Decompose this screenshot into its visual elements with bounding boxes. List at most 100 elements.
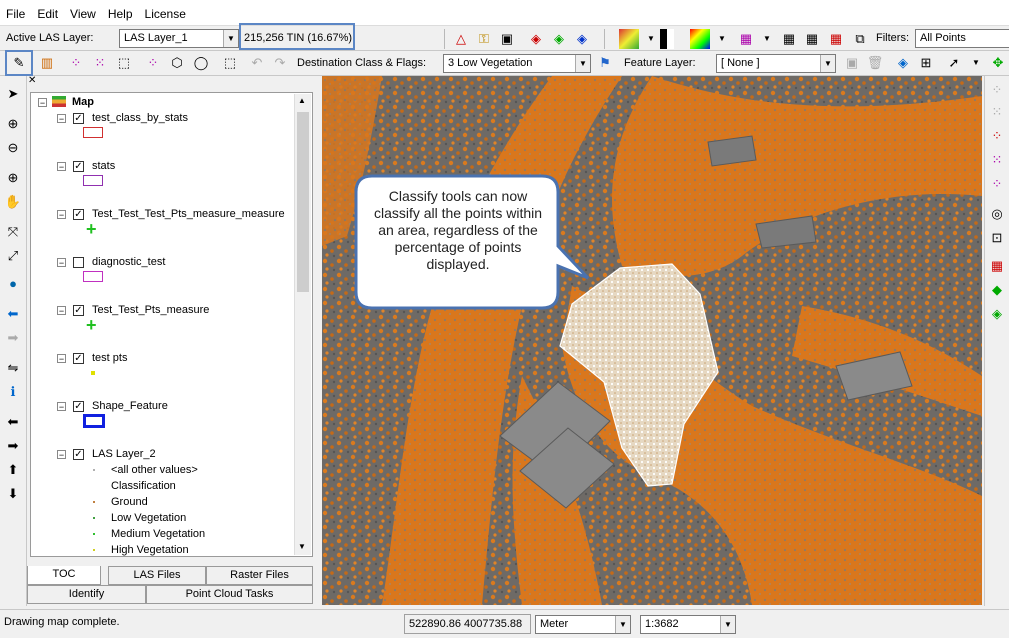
rainbow-ramp-icon[interactable] — [690, 29, 710, 49]
layer-checkbox[interactable]: ✓ — [73, 113, 84, 124]
layer-stack-icon[interactable]: ◈ — [549, 29, 569, 49]
collapse-icon[interactable]: − — [57, 402, 66, 412]
grid-copy-icon[interactable]: ⧉ — [850, 29, 870, 49]
zoom-out-icon[interactable]: ⊖ — [3, 138, 23, 158]
select-area-icon[interactable]: ⁙ — [90, 53, 110, 73]
zoom-in-icon[interactable]: ⊕ — [3, 114, 23, 134]
select-points-icon[interactable]: ⁘ — [66, 53, 86, 73]
collapse-icon[interactable]: − — [57, 306, 66, 316]
zoom-fixed-out-icon[interactable]: ⤢ — [3, 246, 23, 266]
measure-icon[interactable]: ⇋ — [3, 358, 23, 378]
layer-test-pts[interactable]: test pts — [92, 350, 127, 366]
layer-checkbox[interactable]: ✓ — [73, 161, 84, 172]
edit-arrow-icon[interactable]: ➚ — [944, 53, 964, 73]
map-view[interactable]: Classify tools can now classify all the … — [322, 76, 982, 605]
color-points-icon[interactable]: ◈ — [526, 29, 546, 49]
scroll-thumb[interactable] — [297, 112, 309, 292]
flag-icon[interactable]: ⚑ — [595, 53, 615, 73]
select-frame-icon[interactable]: ⬚ — [220, 53, 240, 73]
export-icon[interactable]: ▣ — [497, 29, 517, 49]
pan-hand-icon[interactable]: ✋ — [3, 192, 23, 212]
layer-checkbox[interactable] — [73, 257, 84, 268]
layer-checkbox[interactable]: ✓ — [73, 305, 84, 316]
zoom-fixed-in-icon[interactable]: ⤧ — [3, 222, 23, 242]
close-icon[interactable]: ✕ — [28, 76, 36, 86]
menu-file[interactable]: File — [0, 0, 31, 28]
collapse-icon[interactable]: − — [57, 450, 66, 460]
info-icon[interactable]: ℹ — [3, 382, 23, 402]
tab-las-files[interactable]: LAS Files — [108, 566, 206, 585]
layer-test-test-test-pts[interactable]: Test_Test_Test_Pts_measure_measure — [92, 206, 285, 222]
layer-diagnostic-test[interactable]: diagnostic_test — [92, 254, 165, 270]
collapse-icon[interactable]: − — [38, 98, 47, 108]
frame-target-icon[interactable]: ⊡ — [987, 228, 1007, 248]
delete-icon[interactable]: 🗑 — [865, 53, 885, 73]
collapse-icon[interactable]: − — [57, 354, 66, 364]
select-circle-icon[interactable]: ◯ — [191, 53, 211, 73]
chevron-down-icon[interactable]: ▼ — [712, 29, 732, 49]
grid-icon[interactable]: ▦ — [779, 29, 799, 49]
layer-checkbox[interactable]: ✓ — [73, 449, 84, 460]
class-color-icon[interactable]: ▦ — [736, 29, 756, 49]
toc-scrollbar[interactable]: ▲ ▼ — [294, 94, 311, 555]
arrow-down-icon[interactable]: ⬇ — [3, 484, 23, 504]
classify-bars-icon[interactable]: ▥ — [37, 53, 57, 73]
tab-point-cloud-tasks[interactable]: Point Cloud Tasks — [146, 585, 313, 604]
edit-layer-icon[interactable]: ◈ — [893, 53, 913, 73]
forward-arrow-icon[interactable]: ➡ — [3, 328, 23, 348]
zoom-rect-icon[interactable]: ⊕ — [3, 168, 23, 188]
toc-root-map[interactable]: Map — [72, 94, 94, 110]
select-rect-points-icon[interactable]: ⁘ — [143, 53, 163, 73]
arrow-up-icon[interactable]: ⬆ — [3, 460, 23, 480]
menu-help[interactable]: Help — [102, 0, 139, 28]
redo-icon[interactable]: ↷ — [270, 53, 290, 73]
triangle-tin-icon[interactable]: △ — [451, 29, 471, 49]
scale-select[interactable]: 1:3682 ▼ — [640, 615, 736, 634]
feature-layer-select[interactable]: [ None ] ▼ — [716, 54, 836, 73]
scroll-down-icon[interactable]: ▼ — [298, 542, 306, 551]
layer-checkbox[interactable]: ✓ — [73, 401, 84, 412]
units-select[interactable]: Meter ▼ — [535, 615, 631, 634]
menu-edit[interactable]: Edit — [31, 0, 64, 28]
arrow-left-icon[interactable]: ⬅ — [3, 412, 23, 432]
chevron-down-icon[interactable]: ▼ — [757, 29, 777, 49]
menu-license[interactable]: License — [139, 0, 192, 28]
select-rect-icon[interactable]: ⬚ — [114, 53, 134, 73]
filters-select[interactable]: All Points — [915, 29, 1009, 48]
expand-icon[interactable]: ✥ — [988, 53, 1008, 73]
diamond-green-icon[interactable]: ◆ — [987, 280, 1007, 300]
add-feature-icon[interactable]: ⊞ — [916, 53, 936, 73]
select-purple-area-icon[interactable]: ⁘ — [987, 174, 1007, 194]
globe-icon[interactable]: ● — [3, 274, 23, 294]
layer-checkbox[interactable]: ✓ — [73, 353, 84, 364]
collapse-icon[interactable]: − — [57, 258, 66, 268]
save-icon[interactable]: ▣ — [842, 53, 862, 73]
back-arrow-icon[interactable]: ⬅ — [3, 304, 23, 324]
layer-blue-icon[interactable]: ◈ — [572, 29, 592, 49]
select-purple-icon[interactable]: ⁙ — [987, 150, 1007, 170]
elevation-color-icon[interactable] — [619, 29, 639, 49]
layer-stats[interactable]: stats — [92, 158, 115, 174]
tab-toc[interactable]: TOC — [27, 566, 101, 585]
target-icon[interactable]: ◎ — [987, 204, 1007, 224]
menu-view[interactable]: View — [64, 0, 102, 28]
grid-red-icon[interactable]: ▦ — [987, 256, 1007, 276]
layer-test-class-by-stats[interactable]: test_class_by_stats — [92, 110, 188, 126]
collapse-icon[interactable]: − — [57, 114, 66, 124]
collapse-icon[interactable]: − — [57, 210, 66, 220]
select-red-icon[interactable]: ⁘ — [987, 126, 1007, 146]
layer-test-test-pts-measure[interactable]: Test_Test_Pts_measure — [92, 302, 209, 318]
filter-points-icon[interactable]: ⁘ — [987, 80, 1007, 100]
grayscale-icon[interactable] — [660, 29, 674, 49]
collapse-icon[interactable]: − — [57, 162, 66, 172]
diamond-arrow-icon[interactable]: ◈ — [987, 304, 1007, 324]
grid-red-icon[interactable]: ▦ — [826, 29, 846, 49]
layer-las-layer-2[interactable]: LAS Layer_2 — [92, 446, 156, 462]
active-layer-select[interactable]: LAS Layer_1 ▼ — [119, 29, 239, 48]
filter-area-icon[interactable]: ⁙ — [987, 102, 1007, 122]
grid-icon[interactable]: ▦ — [802, 29, 822, 49]
tab-identify[interactable]: Identify — [27, 585, 146, 604]
chevron-down-icon[interactable]: ▼ — [966, 53, 986, 73]
select-polygon-icon[interactable]: ⬡ — [167, 53, 187, 73]
key-icon[interactable]: ⚿ — [474, 29, 494, 49]
